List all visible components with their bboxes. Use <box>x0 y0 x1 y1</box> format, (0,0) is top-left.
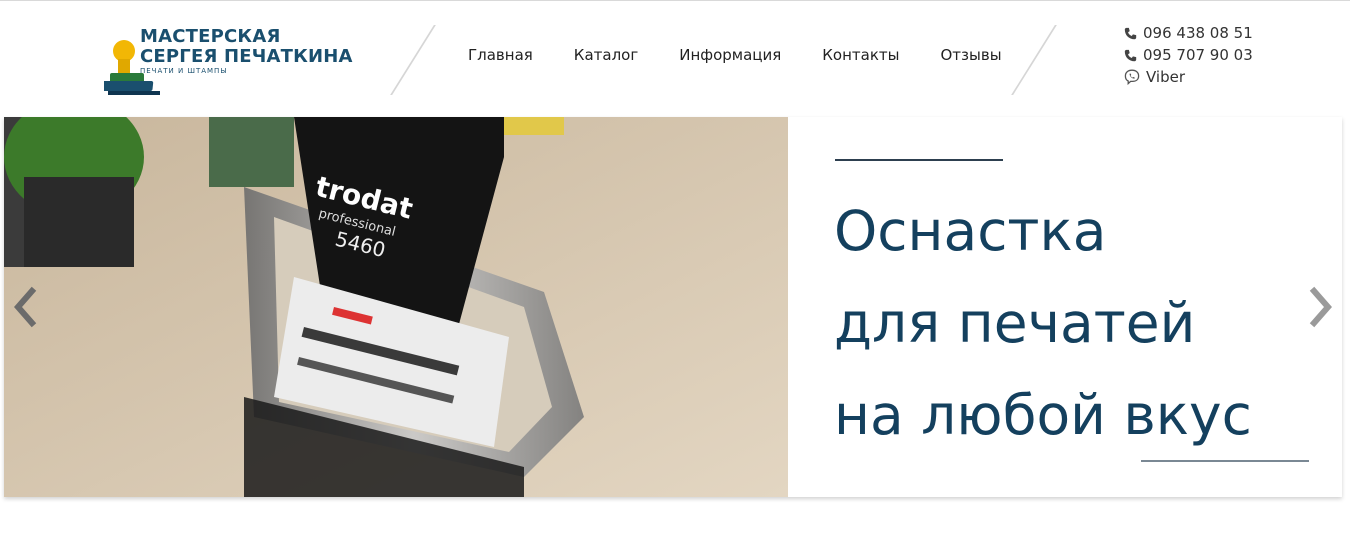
logo-title: МАСТЕРСКАЯ СЕРГЕЯ ПЕЧАТКИНА <box>140 27 353 67</box>
chevron-right-icon <box>1309 286 1332 328</box>
viber-icon <box>1124 69 1140 85</box>
slide-headline: Оснастка для печатей на любой вкус <box>834 185 1252 461</box>
site-logo[interactable]: МАСТЕРСКАЯ СЕРГЕЯ ПЕЧАТКИНА ПЕЧАТИ И ШТА… <box>104 27 374 99</box>
nav-catalog[interactable]: Каталог <box>574 45 638 65</box>
logo-subtitle: ПЕЧАТИ И ШТАМПЫ <box>140 67 228 75</box>
contact-viber[interactable]: Viber <box>1124 66 1253 88</box>
nav-home[interactable]: Главная <box>468 45 533 65</box>
logo-title-line1: МАСТЕРСКАЯ <box>140 26 281 47</box>
slide-text-panel: Оснастка для печатей на любой вкус <box>788 117 1342 497</box>
viber-label: Viber <box>1146 68 1186 86</box>
site-header: МАСТЕРСКАЯ СЕРГЕЯ ПЕЧАТКИНА ПЕЧАТИ И ШТА… <box>0 1 1350 111</box>
phone-icon <box>1124 49 1137 61</box>
headline-rule-top <box>835 159 1003 161</box>
headline-line-1: Оснастка <box>834 199 1107 263</box>
slide-photo: trodat professional 5460 <box>4 117 788 497</box>
phone-icon <box>1124 27 1137 39</box>
nav-contacts[interactable]: Контакты <box>822 45 899 65</box>
slider-next-button[interactable] <box>1306 285 1336 329</box>
hero-slider: trodat professional 5460 Оснастка для пе… <box>4 117 1342 497</box>
stamp-photo-image: trodat professional 5460 <box>4 117 788 497</box>
headline-line-2: для печатей <box>834 291 1196 355</box>
page: МАСТЕРСКАЯ СЕРГЕЯ ПЕЧАТКИНА ПЕЧАТИ И ШТА… <box>0 0 1350 558</box>
phone-number-2: 095 707 90 03 <box>1143 46 1253 64</box>
contacts-block: 096 438 08 51 095 707 90 03 Viber <box>1124 22 1253 88</box>
nav-information[interactable]: Информация <box>679 45 781 65</box>
nav-reviews[interactable]: Отзывы <box>940 45 1001 65</box>
divider-left <box>390 25 436 95</box>
contact-phone-2[interactable]: 095 707 90 03 <box>1124 44 1253 66</box>
chevron-left-icon <box>14 286 37 328</box>
headline-rule-bottom <box>1141 460 1309 462</box>
slider-prev-button[interactable] <box>10 285 40 329</box>
contact-phone-1[interactable]: 096 438 08 51 <box>1124 22 1253 44</box>
main-nav: Главная Каталог Информация Контакты Отзы… <box>468 45 1043 65</box>
phone-number-1: 096 438 08 51 <box>1143 24 1253 42</box>
headline-line-3: на любой вкус <box>834 383 1252 447</box>
logo-title-line2: СЕРГЕЯ ПЕЧАТКИНА <box>140 46 353 67</box>
